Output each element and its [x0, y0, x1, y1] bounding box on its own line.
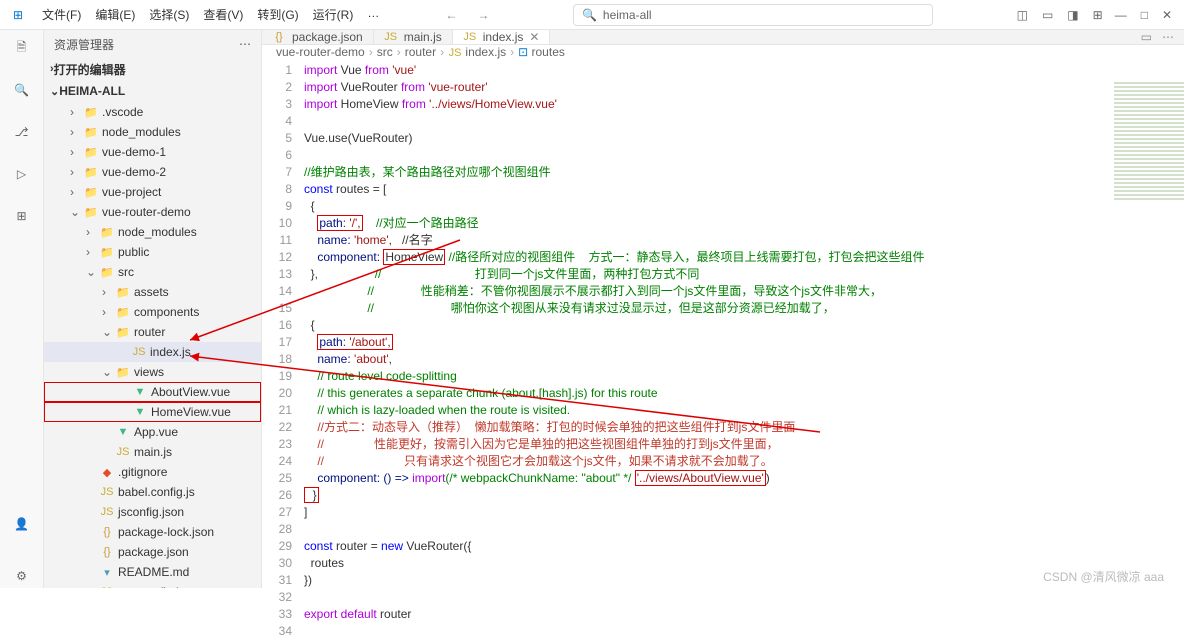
- titlebar: ⊞ 文件(F)编辑(E)选择(S)查看(V)转到(G)运行(R)… ←→ 🔍 he…: [0, 0, 1184, 30]
- tree-item[interactable]: JSmain.js: [44, 442, 261, 462]
- tree-item[interactable]: ›📁node_modules: [44, 222, 261, 242]
- tree-item[interactable]: ›📁public: [44, 242, 261, 262]
- nav-arrows[interactable]: ←→: [445, 8, 489, 22]
- menu-item[interactable]: 文件(F): [36, 2, 87, 27]
- more-icon[interactable]: ⋯: [239, 37, 251, 51]
- sidebar: 资源管理器 ⋯ › 打开的编辑器 ⌄ HEIMA-ALL ›📁.vscode›📁…: [44, 30, 262, 588]
- editor-area: {}package.jsonJSmain.jsJSindex.js✕ ▭⋯ vue…: [262, 30, 1184, 588]
- tree-item[interactable]: ▼AboutView.vue: [44, 382, 261, 402]
- sidebar-header: 资源管理器 ⋯: [44, 30, 261, 58]
- tree-item[interactable]: ›📁components: [44, 302, 261, 322]
- tree-item[interactable]: ›📁vue-project: [44, 182, 261, 202]
- tree-item[interactable]: ◆.gitignore: [44, 462, 261, 482]
- tabs-actions[interactable]: ▭⋯: [1141, 30, 1184, 44]
- menu-item[interactable]: 运行(R): [307, 2, 360, 27]
- code-content[interactable]: import Vue from 'vue' import VueRouter f…: [304, 59, 1184, 640]
- tree-item[interactable]: ▼App.vue: [44, 422, 261, 442]
- tab[interactable]: JSindex.js✕: [453, 30, 551, 44]
- vscode-logo-icon: ⊞: [0, 8, 36, 22]
- file-tree: ›📁.vscode›📁node_modules›📁vue-demo-1›📁vue…: [44, 102, 261, 588]
- menu-item[interactable]: 编辑(E): [89, 2, 141, 27]
- scm-icon[interactable]: ⎇: [10, 120, 34, 144]
- tree-item[interactable]: ›📁assets: [44, 282, 261, 302]
- tree-item[interactable]: {}package-lock.json: [44, 522, 261, 542]
- explorer-icon[interactable]: 🗎: [10, 36, 34, 60]
- tree-item[interactable]: ›📁vue-demo-1: [44, 142, 261, 162]
- menu-item[interactable]: …: [361, 2, 385, 27]
- menu-item[interactable]: 查看(V): [197, 2, 249, 27]
- account-icon[interactable]: 👤: [10, 512, 34, 536]
- tabs: {}package.jsonJSmain.jsJSindex.js✕ ▭⋯: [262, 30, 1184, 45]
- search-icon[interactable]: 🔍: [10, 78, 34, 102]
- menu-item[interactable]: 选择(S): [143, 2, 195, 27]
- tree-item[interactable]: ›📁node_modules: [44, 122, 261, 142]
- extensions-icon[interactable]: ⊞: [10, 204, 34, 228]
- tree-item[interactable]: ▼HomeView.vue: [44, 402, 261, 422]
- search-icon: 🔍: [582, 8, 597, 22]
- open-editors-section[interactable]: › 打开的编辑器: [44, 58, 261, 80]
- editor[interactable]: 1234567891011121314151617181920212223242…: [262, 59, 1184, 640]
- watermark: CSDN @清风微凉 aaa: [1043, 568, 1164, 585]
- tree-item[interactable]: ›📁.vscode: [44, 102, 261, 122]
- debug-icon[interactable]: ▷: [10, 162, 34, 186]
- tree-item[interactable]: JSjsconfig.json: [44, 502, 261, 522]
- tree-item[interactable]: JSvue.config.js: [44, 582, 261, 588]
- tree-item[interactable]: ▾README.md: [44, 562, 261, 582]
- menu-item[interactable]: 转到(G): [251, 2, 304, 27]
- minimap[interactable]: [1114, 82, 1184, 202]
- search-text: heima-all: [603, 8, 652, 22]
- settings-icon[interactable]: ⚙: [10, 564, 34, 588]
- tree-item[interactable]: JSindex.js: [44, 342, 261, 362]
- tree-item[interactable]: ⌄📁vue-router-demo: [44, 202, 261, 222]
- layout-controls[interactable]: ◫▭◨⊞: [1017, 8, 1103, 22]
- tree-item[interactable]: {}package.json: [44, 542, 261, 562]
- window-controls[interactable]: —□✕: [1115, 8, 1172, 22]
- tree-item[interactable]: ⌄📁router: [44, 322, 261, 342]
- command-center[interactable]: 🔍 heima-all: [489, 4, 1016, 26]
- workspace-root[interactable]: ⌄ HEIMA-ALL: [44, 80, 261, 102]
- breadcrumb[interactable]: vue-router-demo›src›router›JS index.js›⊡…: [262, 45, 1184, 59]
- tab[interactable]: JSmain.js: [374, 30, 453, 44]
- activity-bar: 🗎 🔍 ⎇ ▷ ⊞ 👤 ⚙: [0, 30, 44, 588]
- tree-item[interactable]: ›📁vue-demo-2: [44, 162, 261, 182]
- line-gutter: 1234567891011121314151617181920212223242…: [262, 59, 304, 640]
- tree-item[interactable]: ⌄📁src: [44, 262, 261, 282]
- main-menu: 文件(F)编辑(E)选择(S)查看(V)转到(G)运行(R)…: [36, 2, 385, 27]
- tab[interactable]: {}package.json: [262, 30, 374, 44]
- sidebar-title: 资源管理器: [54, 36, 114, 53]
- tree-item[interactable]: ⌄📁views: [44, 362, 261, 382]
- tree-item[interactable]: JSbabel.config.js: [44, 482, 261, 502]
